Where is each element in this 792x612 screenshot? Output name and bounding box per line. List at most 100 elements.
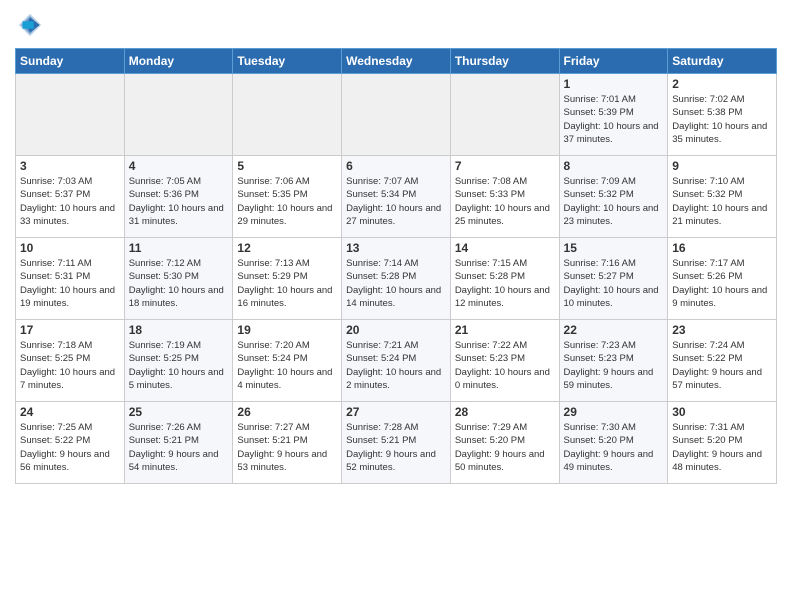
day-info-line: Sunrise: 7:22 AM (455, 339, 555, 352)
day-info: Sunrise: 7:22 AMSunset: 5:23 PMDaylight:… (455, 339, 555, 392)
weekday-header-friday: Friday (559, 49, 668, 74)
day-info-line: Daylight: 9 hours and 54 minutes. (129, 448, 229, 475)
day-number: 7 (455, 159, 555, 173)
day-info-line: Daylight: 10 hours and 2 minutes. (346, 366, 446, 393)
calendar-cell (16, 74, 125, 156)
calendar-week-row: 3Sunrise: 7:03 AMSunset: 5:37 PMDaylight… (16, 156, 777, 238)
day-info-line: Sunrise: 7:01 AM (564, 93, 664, 106)
day-info-line: Sunrise: 7:18 AM (20, 339, 120, 352)
day-info: Sunrise: 7:13 AMSunset: 5:29 PMDaylight:… (237, 257, 337, 310)
day-info-line: Sunrise: 7:16 AM (564, 257, 664, 270)
day-info-line: Daylight: 10 hours and 19 minutes. (20, 284, 120, 311)
day-info-line: Sunrise: 7:11 AM (20, 257, 120, 270)
day-number: 8 (564, 159, 664, 173)
day-number: 24 (20, 405, 120, 419)
day-info-line: Sunset: 5:24 PM (237, 352, 337, 365)
day-number: 28 (455, 405, 555, 419)
day-number: 17 (20, 323, 120, 337)
day-info: Sunrise: 7:16 AMSunset: 5:27 PMDaylight:… (564, 257, 664, 310)
day-info-line: Daylight: 9 hours and 56 minutes. (20, 448, 120, 475)
calendar-cell: 3Sunrise: 7:03 AMSunset: 5:37 PMDaylight… (16, 156, 125, 238)
day-info: Sunrise: 7:07 AMSunset: 5:34 PMDaylight:… (346, 175, 446, 228)
day-number: 18 (129, 323, 229, 337)
day-info-line: Sunset: 5:33 PM (455, 188, 555, 201)
day-info-line: Daylight: 10 hours and 25 minutes. (455, 202, 555, 229)
day-info-line: Sunset: 5:22 PM (672, 352, 772, 365)
day-info-line: Daylight: 10 hours and 27 minutes. (346, 202, 446, 229)
day-info-line: Sunset: 5:23 PM (455, 352, 555, 365)
day-info-line: Sunset: 5:32 PM (672, 188, 772, 201)
day-info-line: Sunrise: 7:13 AM (237, 257, 337, 270)
day-number: 5 (237, 159, 337, 173)
day-info: Sunrise: 7:28 AMSunset: 5:21 PMDaylight:… (346, 421, 446, 474)
day-info: Sunrise: 7:30 AMSunset: 5:20 PMDaylight:… (564, 421, 664, 474)
day-info-line: Sunrise: 7:07 AM (346, 175, 446, 188)
weekday-header-saturday: Saturday (668, 49, 777, 74)
calendar-cell: 13Sunrise: 7:14 AMSunset: 5:28 PMDayligh… (342, 238, 451, 320)
day-number: 11 (129, 241, 229, 255)
day-info-line: Sunrise: 7:31 AM (672, 421, 772, 434)
day-info-line: Daylight: 10 hours and 16 minutes. (237, 284, 337, 311)
logo (15, 10, 47, 40)
day-info: Sunrise: 7:23 AMSunset: 5:23 PMDaylight:… (564, 339, 664, 392)
day-info-line: Daylight: 9 hours and 59 minutes. (564, 366, 664, 393)
calendar-cell: 9Sunrise: 7:10 AMSunset: 5:32 PMDaylight… (668, 156, 777, 238)
calendar-cell: 22Sunrise: 7:23 AMSunset: 5:23 PMDayligh… (559, 320, 668, 402)
day-number: 23 (672, 323, 772, 337)
day-info-line: Sunset: 5:35 PM (237, 188, 337, 201)
weekday-header-thursday: Thursday (450, 49, 559, 74)
day-info-line: Sunset: 5:21 PM (346, 434, 446, 447)
day-number: 30 (672, 405, 772, 419)
day-info-line: Sunset: 5:37 PM (20, 188, 120, 201)
day-info-line: Daylight: 10 hours and 35 minutes. (672, 120, 772, 147)
calendar-cell: 16Sunrise: 7:17 AMSunset: 5:26 PMDayligh… (668, 238, 777, 320)
day-info-line: Sunset: 5:39 PM (564, 106, 664, 119)
calendar-cell: 2Sunrise: 7:02 AMSunset: 5:38 PMDaylight… (668, 74, 777, 156)
day-number: 4 (129, 159, 229, 173)
day-info: Sunrise: 7:21 AMSunset: 5:24 PMDaylight:… (346, 339, 446, 392)
day-info: Sunrise: 7:08 AMSunset: 5:33 PMDaylight:… (455, 175, 555, 228)
day-number: 12 (237, 241, 337, 255)
weekday-header-row: SundayMondayTuesdayWednesdayThursdayFrid… (16, 49, 777, 74)
calendar-cell: 24Sunrise: 7:25 AMSunset: 5:22 PMDayligh… (16, 402, 125, 484)
day-number: 20 (346, 323, 446, 337)
calendar-cell: 11Sunrise: 7:12 AMSunset: 5:30 PMDayligh… (124, 238, 233, 320)
day-info-line: Sunrise: 7:08 AM (455, 175, 555, 188)
calendar-cell: 20 Sunrise: 7:21 AMSunset: 5:24 PMDayligh… (342, 320, 451, 402)
header (15, 10, 777, 40)
day-info-line: Sunset: 5:20 PM (564, 434, 664, 447)
day-info-line: Sunset: 5:28 PM (346, 270, 446, 283)
day-number: 2 (672, 77, 772, 91)
logo-icon (15, 10, 45, 40)
calendar-cell: 15Sunrise: 7:16 AMSunset: 5:27 PMDayligh… (559, 238, 668, 320)
day-info-line: Sunset: 5:38 PM (672, 106, 772, 119)
calendar-cell: 6Sunrise: 7:07 AMSunset: 5:34 PMDaylight… (342, 156, 451, 238)
calendar-cell: 23Sunrise: 7:24 AMSunset: 5:22 PMDayligh… (668, 320, 777, 402)
day-info-line: Sunset: 5:29 PM (237, 270, 337, 283)
day-info-line: Sunset: 5:24 PM (346, 352, 446, 365)
day-info: Sunrise: 7:31 AMSunset: 5:20 PMDaylight:… (672, 421, 772, 474)
calendar-cell: 21Sunrise: 7:22 AMSunset: 5:23 PMDayligh… (450, 320, 559, 402)
calendar-week-row: 10Sunrise: 7:11 AMSunset: 5:31 PMDayligh… (16, 238, 777, 320)
day-info-line: Daylight: 10 hours and 21 minutes. (672, 202, 772, 229)
calendar-cell: 14Sunrise: 7:15 AMSunset: 5:28 PMDayligh… (450, 238, 559, 320)
calendar-cell: 17Sunrise: 7:18 AMSunset: 5:25 PMDayligh… (16, 320, 125, 402)
weekday-header-wednesday: Wednesday (342, 49, 451, 74)
day-number: 26 (237, 405, 337, 419)
day-info-line: Daylight: 10 hours and 18 minutes. (129, 284, 229, 311)
day-number: 25 (129, 405, 229, 419)
day-info-line: Sunset: 5:34 PM (346, 188, 446, 201)
day-info-line: Sunset: 5:25 PM (20, 352, 120, 365)
calendar-cell: 8Sunrise: 7:09 AMSunset: 5:32 PMDaylight… (559, 156, 668, 238)
day-info-line: Sunrise: 7:09 AM (564, 175, 664, 188)
day-info: Sunrise: 7:03 AMSunset: 5:37 PMDaylight:… (20, 175, 120, 228)
day-info-line: Sunrise: 7:17 AM (672, 257, 772, 270)
calendar-cell: 28Sunrise: 7:29 AMSunset: 5:20 PMDayligh… (450, 402, 559, 484)
day-number: 29 (564, 405, 664, 419)
day-info: Sunrise: 7:14 AMSunset: 5:28 PMDaylight:… (346, 257, 446, 310)
day-info: Sunrise: 7:11 AMSunset: 5:31 PMDaylight:… (20, 257, 120, 310)
day-info-line: Sunset: 5:25 PM (129, 352, 229, 365)
day-info-line: Sunrise: 7:03 AM (20, 175, 120, 188)
day-info-line: Sunrise: 7:29 AM (455, 421, 555, 434)
day-info: Sunrise: 7:27 AMSunset: 5:21 PMDaylight:… (237, 421, 337, 474)
